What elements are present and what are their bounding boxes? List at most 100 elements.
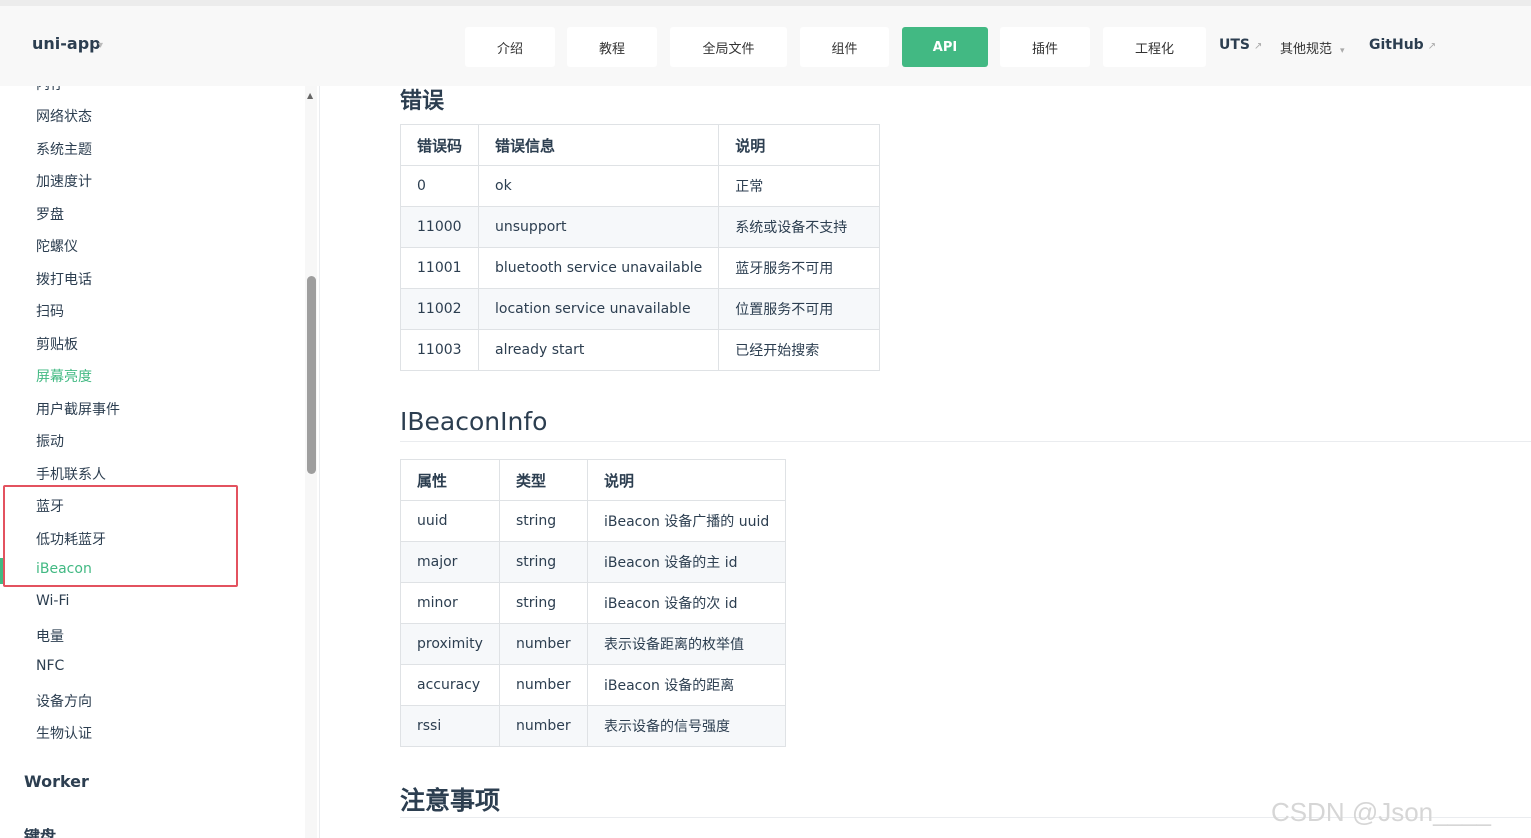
sidebar-item-compass[interactable]: 罗盘 [36, 204, 64, 224]
table-cell: 11003 [399, 329, 480, 371]
table-row: 11002 location service unavailable 位置服务不… [399, 288, 881, 330]
table-cell: 11002 [399, 288, 480, 330]
section-title-ibeaconinfo: IBeaconInfo [400, 407, 548, 436]
sidebar-item-battery[interactable]: 电量 [36, 626, 64, 646]
nav-api-button[interactable]: API [902, 27, 988, 67]
table-row: major string iBeacon 设备的主 id [400, 541, 787, 583]
table-row: rssi number 表示设备的信号强度 [400, 705, 787, 747]
table-cell: number [499, 623, 588, 665]
table-cell: ok [478, 165, 720, 207]
table-header-row: 属性 类型 说明 [400, 459, 787, 501]
table-cell: string [499, 500, 588, 542]
table-cell: already start [478, 329, 720, 371]
column-header: 类型 [499, 459, 588, 501]
table-cell: 表示设备的信号强度 [586, 705, 787, 747]
table-row: accuracy number iBeacon 设备的距离 [400, 664, 787, 706]
sidebar-section-worker[interactable]: Worker [24, 772, 89, 791]
table-cell: 11001 [399, 247, 480, 289]
ibeacon-info-table: 属性 类型 说明 uuid string iBeacon 设备广播的 uuid … [400, 459, 787, 747]
table-cell: number [499, 705, 588, 747]
sidebar-section-keyboard[interactable]: 键盘 [24, 823, 56, 838]
section-title-notes: 注意事项 [400, 786, 501, 815]
column-header: 说明 [586, 459, 787, 501]
table-cell: accuracy [400, 664, 500, 706]
nav-plugins-button[interactable]: 插件 [1000, 27, 1090, 67]
brand-dropdown-icon[interactable]: ▾ [98, 40, 103, 51]
table-cell: iBeacon 设备的主 id [586, 541, 787, 583]
table-header-row: 错误码 错误信息 说明 [399, 124, 881, 166]
nav-github-label: GitHub [1369, 37, 1424, 53]
table-row: 11000 unsupport 系统或设备不支持 [399, 206, 881, 248]
table-cell: 11000 [399, 206, 480, 248]
table-cell: proximity [400, 623, 500, 665]
external-link-icon: ↗ [1427, 41, 1437, 52]
nav-tutorial-button[interactable]: 教程 [567, 27, 657, 67]
sidebar-item-scan-code[interactable]: 扫码 [36, 301, 64, 321]
sidebar-item-clipboard[interactable]: 剪贴板 [36, 334, 78, 354]
errors-table: 错误码 错误信息 说明 0 ok 正常 11000 unsupport 系统或设… [399, 124, 881, 371]
table-cell: 蓝牙服务不可用 [718, 247, 881, 289]
top-navbar: uni-app ▾ 介绍 教程 全局文件 组件 API 插件 工程化 UTS ↗ … [0, 0, 1531, 86]
table-cell: 正常 [718, 165, 881, 207]
nav-other-specs-dropdown[interactable]: 其他规范 ▾ [1280, 38, 1345, 57]
table-cell: string [499, 541, 588, 583]
table-cell: major [400, 541, 500, 583]
nav-uts-label: UTS [1219, 37, 1251, 53]
sidebar-item-gyroscope[interactable]: 陀螺仪 [36, 236, 78, 256]
sidebar-item-nfc[interactable]: NFC [36, 658, 64, 674]
table-cell: number [499, 664, 588, 706]
table-cell: bluetooth service unavailable [478, 247, 720, 289]
nav-uts-link[interactable]: UTS ↗ [1219, 37, 1262, 53]
table-cell: 表示设备距离的枚举值 [586, 623, 787, 665]
sidebar-item-biometric-auth[interactable]: 生物认证 [36, 723, 92, 743]
nav-global-files-button[interactable]: 全局文件 [670, 27, 787, 67]
sidebar-scrollbar-thumb[interactable] [307, 276, 316, 474]
table-cell: 已经开始搜索 [718, 329, 881, 371]
nav-engineering-button[interactable]: 工程化 [1103, 27, 1206, 67]
sidebar-item-accelerometer[interactable]: 加速度计 [36, 171, 92, 191]
sidebar-item-phone-call[interactable]: 拨打电话 [36, 269, 92, 289]
brand-logo-text[interactable]: uni-app [32, 34, 101, 53]
column-header: 错误信息 [478, 124, 720, 166]
external-link-icon: ↗ [1254, 41, 1263, 52]
section-divider [400, 441, 1531, 442]
nav-intro-button[interactable]: 介绍 [465, 27, 555, 67]
column-header: 属性 [400, 459, 500, 501]
nav-components-button[interactable]: 组件 [800, 27, 889, 67]
scroll-up-arrow-icon[interactable]: ▲ [307, 91, 313, 100]
column-header: 说明 [718, 124, 881, 166]
table-row: 0 ok 正常 [399, 165, 881, 207]
nav-github-link[interactable]: GitHub ↗ [1369, 37, 1436, 53]
table-row: proximity number 表示设备距离的枚举值 [400, 623, 787, 665]
sidebar-item-system-theme[interactable]: 系统主题 [36, 139, 92, 159]
table-cell: unsupport [478, 206, 720, 248]
table-cell: 位置服务不可用 [718, 288, 881, 330]
sidebar-item-memory[interactable]: 内存 [36, 86, 64, 94]
chevron-down-icon: ▾ [1340, 46, 1345, 56]
table-cell: rssi [400, 705, 500, 747]
annotation-highlight-box [3, 485, 238, 587]
sidebar: 内存 网络状态 系统主题 加速度计 罗盘 陀螺仪 拨打电话 扫码 剪贴板 屏幕亮… [0, 86, 320, 838]
sidebar-item-vibrate[interactable]: 振动 [36, 431, 64, 451]
sidebar-item-screenshot-event[interactable]: 用户截屏事件 [36, 399, 120, 419]
sidebar-item-device-orientation[interactable]: 设备方向 [36, 691, 92, 711]
section-title-errors: 错误 [400, 89, 445, 114]
sidebar-item-screen-brightness[interactable]: 屏幕亮度 [36, 366, 92, 386]
table-row: uuid string iBeacon 设备广播的 uuid [400, 500, 787, 542]
table-row: 11003 already start 已经开始搜索 [399, 329, 881, 371]
sidebar-item-wifi[interactable]: Wi-Fi [36, 593, 69, 609]
nav-other-specs-label: 其他规范 [1280, 42, 1333, 57]
main-content: 错误 错误码 错误信息 说明 0 ok 正常 11000 unsupport 系… [320, 86, 1531, 838]
watermark: CSDN @Json____ [1270, 797, 1491, 827]
table-cell: uuid [400, 500, 500, 542]
table-row: 11001 bluetooth service unavailable 蓝牙服务… [399, 247, 881, 289]
table-cell: location service unavailable [478, 288, 720, 330]
sidebar-item-network-status[interactable]: 网络状态 [36, 106, 92, 126]
table-cell: iBeacon 设备的次 id [586, 582, 787, 624]
table-cell: iBeacon 设备的距离 [586, 664, 787, 706]
table-row: minor string iBeacon 设备的次 id [400, 582, 787, 624]
column-header: 错误码 [399, 124, 480, 166]
table-cell: 0 [399, 165, 480, 207]
table-cell: string [499, 582, 588, 624]
sidebar-item-contacts[interactable]: 手机联系人 [36, 464, 106, 484]
